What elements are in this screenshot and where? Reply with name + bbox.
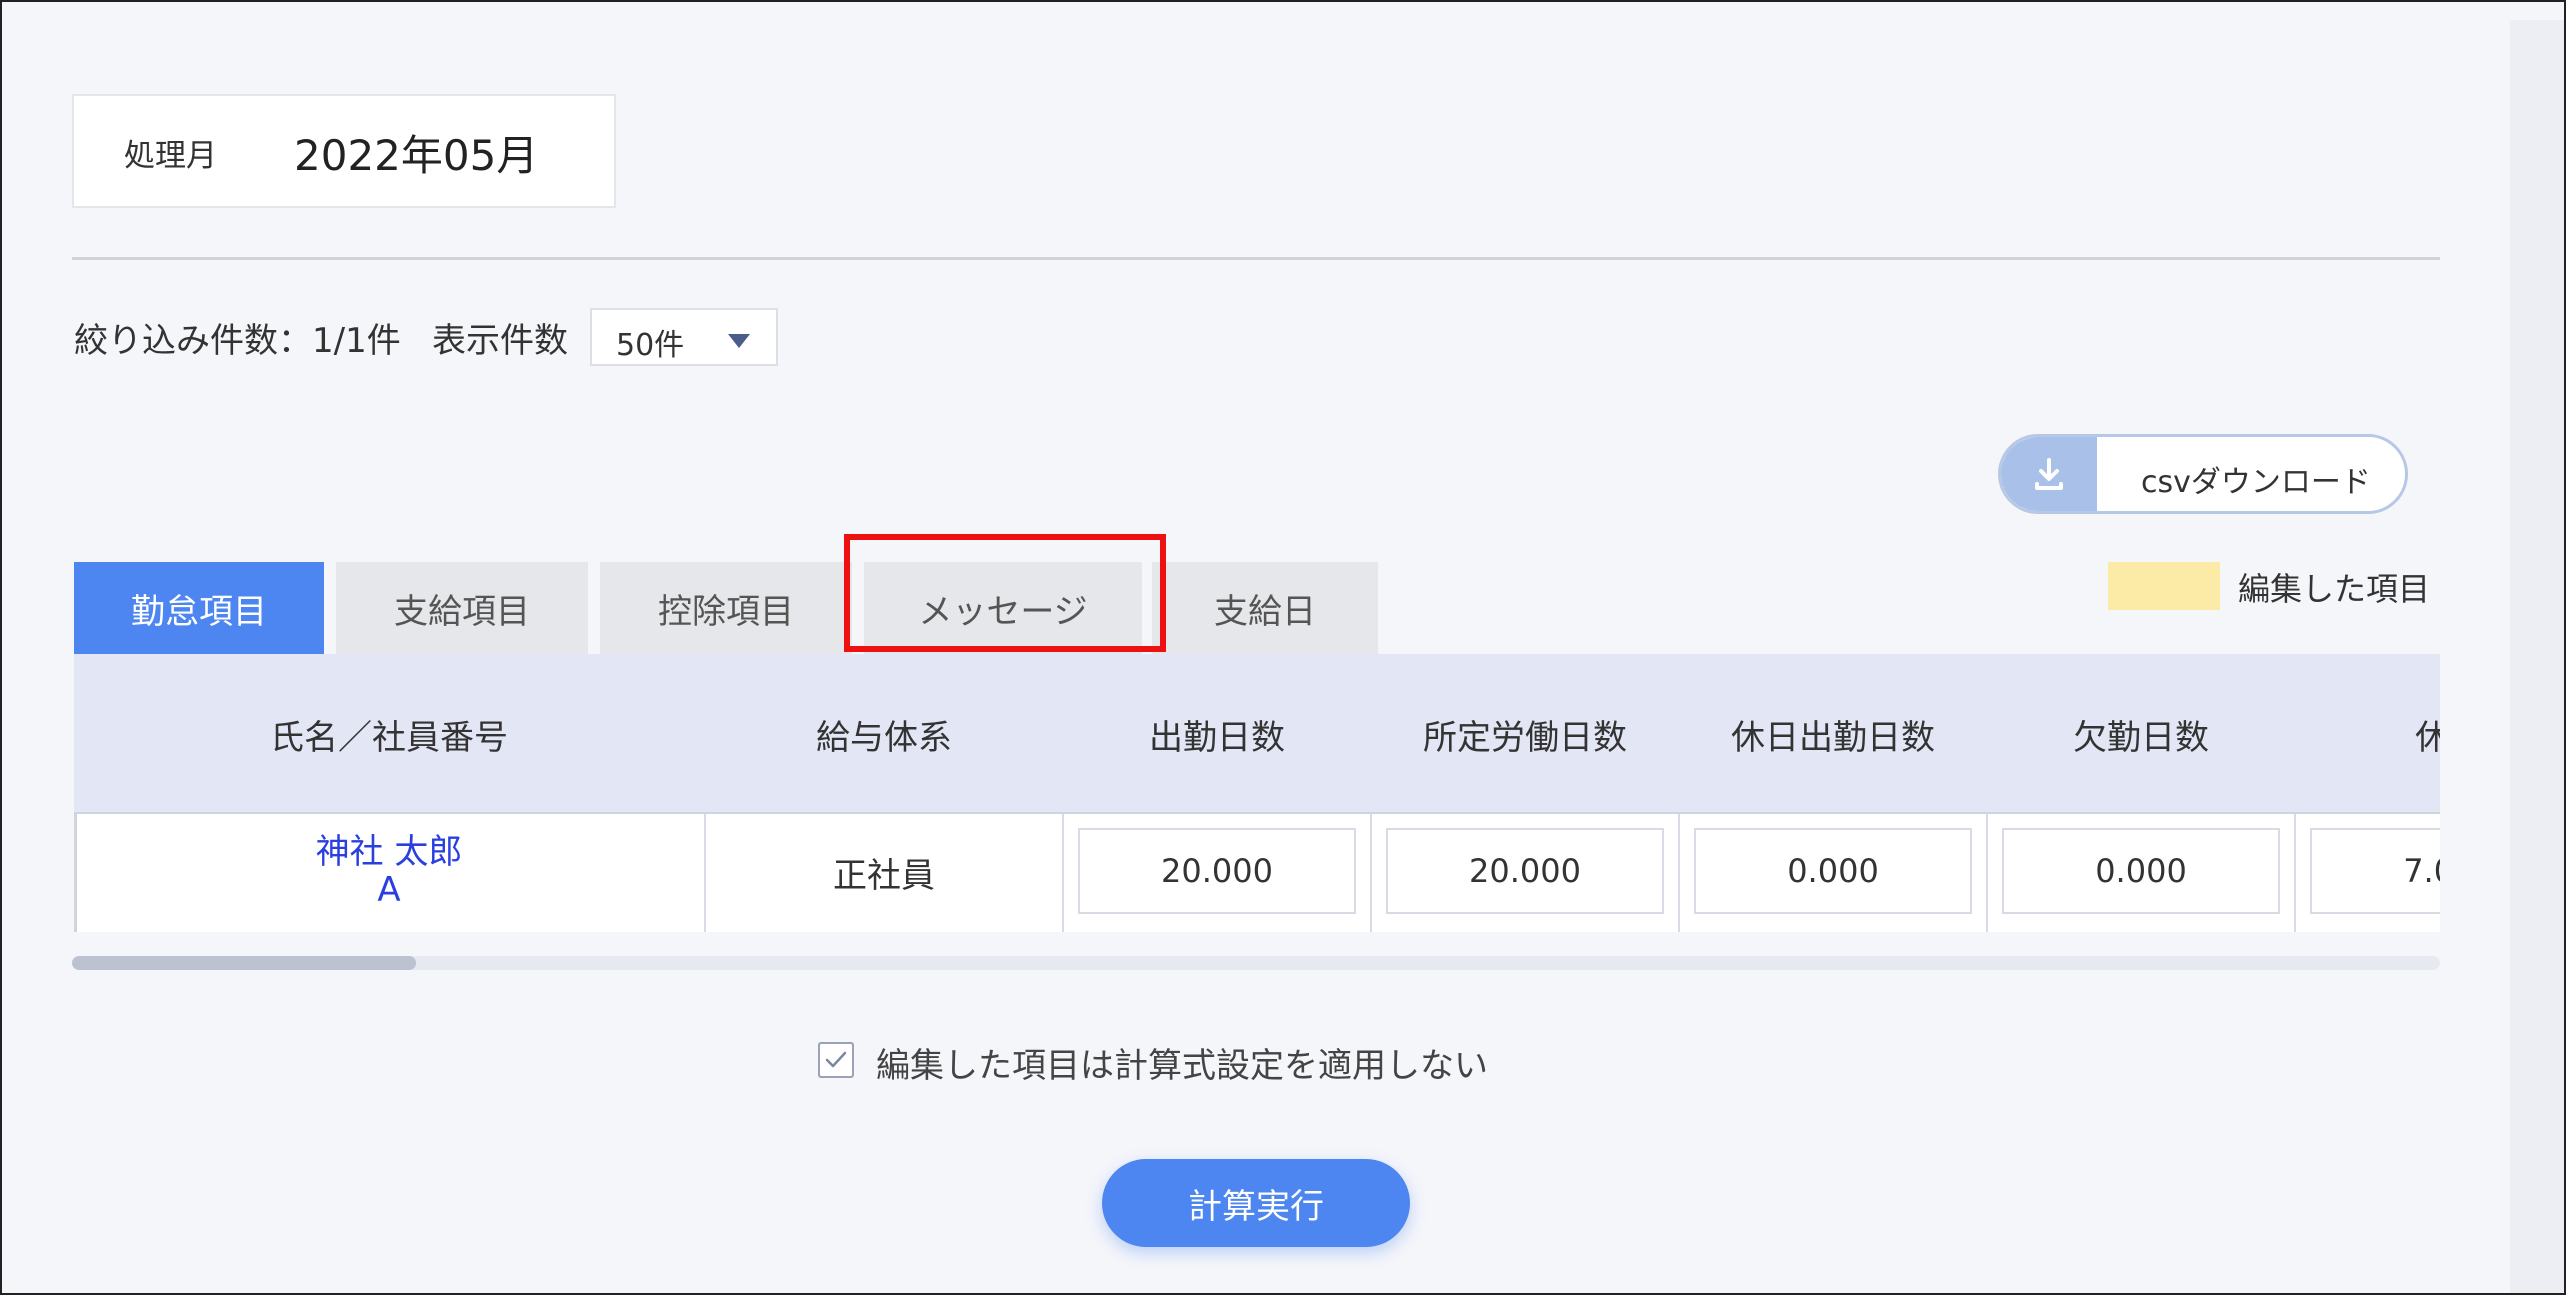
processing-month-label: 処理月 xyxy=(124,138,217,174)
run-calculation-button[interactable]: 計算実行 xyxy=(1102,1159,1410,1247)
header-scheduled-days: 所定労働日数 xyxy=(1423,718,1627,758)
section-divider xyxy=(72,257,2440,260)
holiday-work-days-input[interactable]: 0.000 xyxy=(1694,828,1972,914)
tab-deduction-items[interactable]: 控除項目 xyxy=(600,562,852,654)
filter-count: 絞り込み件数：1/1件 xyxy=(74,321,401,361)
table-header: 氏名／社員番号 給与体系 出勤日数 所定労働日数 休日出勤日数 欠勤日数 休日 xyxy=(74,654,2440,812)
holiday-input[interactable]: 7.000 xyxy=(2310,828,2440,914)
download-icon xyxy=(2001,437,2097,511)
horizontal-scrollbar[interactable] xyxy=(72,956,2440,970)
header-absence-days: 欠勤日数 xyxy=(2073,718,2209,758)
header-holiday-work-days: 休日出勤日数 xyxy=(1731,718,1935,758)
tab-payment-date[interactable]: 支給日 xyxy=(1152,562,1378,654)
apply-formula-label: 編集した項目は計算式設定を適用しない xyxy=(876,1046,1488,1086)
table-row: 神社 太郎 A 正社員 20.000 20.000 0.000 0.000 7.… xyxy=(74,812,2440,932)
csv-download-button[interactable]: csvダウンロード xyxy=(1998,434,2408,514)
csv-download-label: csvダウンロード xyxy=(2141,465,2371,500)
check-icon xyxy=(825,1051,847,1068)
scheduled-days-input[interactable]: 20.000 xyxy=(1386,828,1664,914)
per-page-value: 50件 xyxy=(616,328,685,363)
per-page-select[interactable]: 50件 xyxy=(590,308,778,366)
tab-message[interactable]: メッセージ xyxy=(864,562,1142,654)
scrollbar-thumb[interactable] xyxy=(72,956,416,970)
processing-month-value: 2022年05月 xyxy=(294,131,539,180)
employee-name-link[interactable]: 神社 太郎 xyxy=(74,824,704,873)
attendance-table: 氏名／社員番号 給与体系 出勤日数 所定労働日数 休日出勤日数 欠勤日数 休日 … xyxy=(74,654,2440,932)
work-days-input[interactable]: 20.000 xyxy=(1078,828,1356,914)
per-page-label: 表示件数 xyxy=(432,321,568,361)
edited-legend-swatch xyxy=(2108,562,2220,610)
apply-formula-checkbox[interactable] xyxy=(818,1042,854,1078)
processing-month-box: 処理月 2022年05月 xyxy=(72,94,616,208)
header-work-days: 出勤日数 xyxy=(1149,718,1285,758)
tab-attendance-items[interactable]: 勤怠項目 xyxy=(74,562,324,654)
pay-system-cell: 正社員 xyxy=(833,856,935,896)
right-gutter xyxy=(2510,20,2564,1293)
header-pay-system: 給与体系 xyxy=(816,718,952,758)
main-panel: 処理月 2022年05月 絞り込み件数：1/1件 表示件数 50件 csvダウン… xyxy=(0,0,2566,1295)
absence-days-input[interactable]: 0.000 xyxy=(2002,828,2280,914)
employee-id-link[interactable]: A xyxy=(74,870,704,910)
header-holiday: 休日 xyxy=(2296,710,2440,759)
edited-legend-label: 編集した項目 xyxy=(2238,570,2431,608)
header-name-id: 氏名／社員番号 xyxy=(270,718,508,758)
tab-payment-items[interactable]: 支給項目 xyxy=(336,562,588,654)
caret-down-icon xyxy=(728,334,750,348)
